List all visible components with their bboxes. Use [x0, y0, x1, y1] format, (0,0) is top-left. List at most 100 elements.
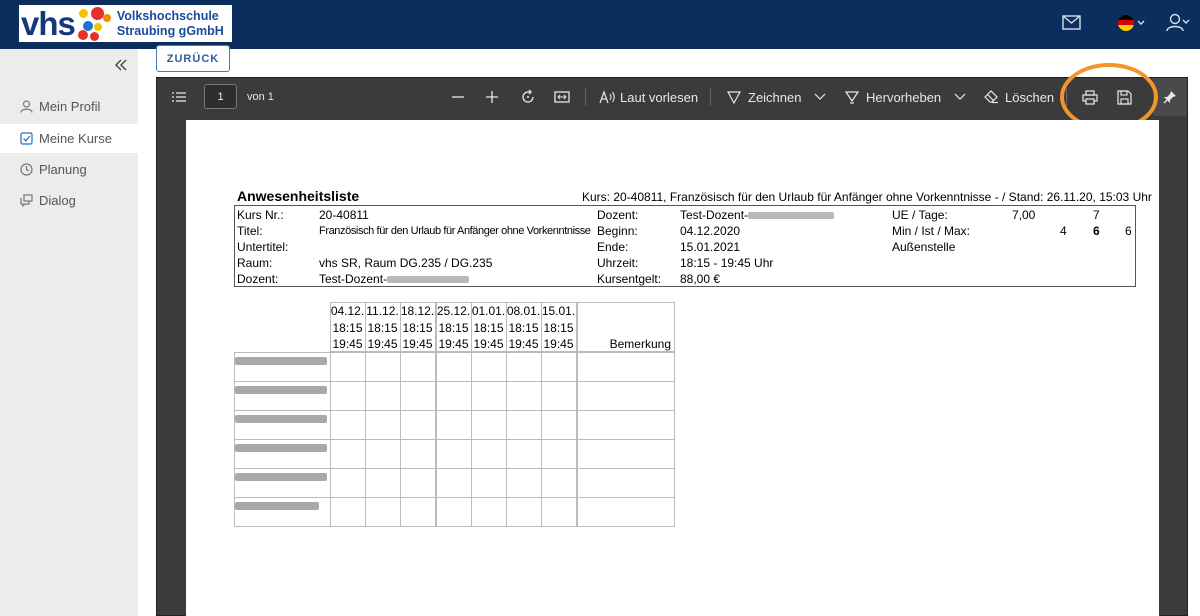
raum-label: Raum:: [237, 256, 273, 270]
page-number-input[interactable]: [204, 84, 237, 109]
date-header-date: 25.12.: [436, 304, 471, 318]
zoom-in-icon[interactable]: [485, 78, 499, 116]
attendance-cell: [436, 468, 472, 498]
dozent2-value: Test-Dozent-: [680, 208, 835, 222]
attendance-cell: [436, 410, 472, 440]
remark-cell: [577, 410, 675, 440]
erase-button[interactable]: Löschen: [1005, 78, 1054, 116]
dozent-label: Dozent:: [237, 272, 279, 286]
document-title: Anwesenheitsliste: [237, 188, 360, 204]
redacted-participant-name: [235, 386, 327, 394]
attendance-cell: [471, 497, 507, 527]
logo-mark: vhs: [21, 5, 76, 42]
date-header-text: 04.12. 18:15 19:45: [330, 303, 365, 353]
date-header-date: 01.01.: [471, 304, 506, 318]
uhrzeit-value: 18:15 - 19:45 Uhr: [680, 256, 774, 270]
clock-icon: [20, 163, 33, 176]
sidebar-item-label: Meine Kurse: [39, 131, 112, 146]
back-button[interactable]: ZURÜCK: [156, 45, 230, 72]
aussenstelle-label: Außenstelle: [892, 240, 956, 254]
eraser-icon[interactable]: [984, 78, 999, 116]
attendance-cell: [436, 439, 472, 469]
flag-de-icon[interactable]: [1117, 14, 1145, 37]
attendance-cell: [471, 468, 507, 498]
attendance-cell: [541, 468, 577, 498]
date-header-date: 18.12.: [400, 304, 435, 318]
date-header-end: 19:45: [543, 337, 574, 351]
sidebar-item-dialog[interactable]: Dialog: [0, 186, 138, 215]
highlight-button[interactable]: Hervorheben: [866, 78, 941, 116]
attendance-cell: [330, 381, 366, 411]
attendance-cell: [400, 497, 436, 527]
read-aloud-button[interactable]: Laut vorlesen: [620, 78, 698, 116]
tage-value: 7: [1093, 208, 1100, 222]
date-header-date: 04.12.: [330, 304, 365, 318]
zoom-out-icon[interactable]: [451, 78, 465, 116]
date-header-date: 08.01.: [506, 304, 541, 318]
date-header-start: 18:15: [508, 320, 539, 335]
sidebar-item-planung[interactable]: Planung: [0, 155, 138, 184]
user-settings-icon[interactable]: [1166, 13, 1190, 38]
vhs-logo[interactable]: vhs Volkshochschule Straubing gGmbH: [19, 5, 232, 42]
date-header-start: 18:15: [543, 320, 574, 335]
attendance-cell: [400, 468, 436, 498]
date-header-start: 18:15: [332, 320, 363, 335]
redacted-participant-name: [235, 415, 327, 423]
highlight-options-chevron-icon[interactable]: [954, 78, 966, 116]
course-header-line: Kurs: 20-40811, Französisch für den Urla…: [582, 190, 1152, 204]
date-header-end: 19:45: [402, 337, 433, 351]
ende-label: Ende:: [597, 240, 629, 254]
attendance-cell: [541, 410, 577, 440]
max-value: 6: [1125, 224, 1132, 238]
kurs-nr-value: 20-40811: [319, 208, 369, 222]
date-header-start: 18:15: [438, 320, 469, 335]
mail-icon[interactable]: [1062, 15, 1081, 35]
attendance-cell: [471, 410, 507, 440]
chat-icon: [20, 194, 33, 207]
sidebar-item-mein-profil[interactable]: Mein Profil: [0, 92, 138, 121]
attendance-cell: [471, 352, 507, 382]
sidebar-item-meine-kurse[interactable]: Meine Kurse: [0, 124, 138, 153]
read-aloud-icon[interactable]: [599, 78, 617, 116]
attendance-cell: [330, 497, 366, 527]
sidebar: Mein Profil Meine Kurse Planung Dialog: [0, 49, 138, 616]
check-square-icon: [20, 132, 33, 145]
pin-toolbar-button[interactable]: [1153, 78, 1187, 116]
remark-cell: [577, 468, 675, 498]
date-header-end: 19:45: [367, 337, 398, 351]
attendance-cell: [471, 439, 507, 469]
rotate-icon[interactable]: [520, 78, 536, 116]
logo-dots-icon: [76, 6, 114, 42]
fit-page-icon[interactable]: [554, 78, 570, 116]
beginn-value: 04.12.2020: [680, 224, 741, 238]
attendance-cell: [330, 352, 366, 382]
logo-line-2: Straubing gGmbH: [116, 23, 224, 38]
date-header-text: 11.12. 18:15 19:45: [365, 303, 400, 353]
min-value: 4: [1060, 224, 1067, 238]
ende-value: 15.01.2021: [680, 240, 741, 254]
attendance-cell: [330, 468, 366, 498]
dozent-value: Test-Dozent-: [319, 272, 470, 286]
redacted-participant-name: [235, 444, 327, 452]
date-header-end: 19:45: [332, 337, 363, 351]
uhrzeit-label: Uhrzeit:: [597, 256, 639, 270]
pin-icon: [1163, 91, 1176, 104]
attendance-cell: [365, 439, 401, 469]
date-header-date: 11.12.: [366, 304, 399, 318]
date-header-end: 19:45: [508, 337, 539, 351]
double-chevron-left-icon[interactable]: [114, 55, 128, 76]
remark-cell: [577, 381, 675, 411]
highlighter-icon[interactable]: [845, 78, 859, 116]
date-header-text: 18.12. 18:15 19:45: [400, 303, 435, 353]
date-header-text: 01.01. 18:15 19:45: [471, 303, 506, 353]
beginn-label: Beginn:: [597, 224, 638, 238]
date-header-start: 18:15: [402, 320, 433, 335]
attendance-cell: [365, 381, 401, 411]
draw-pen-icon[interactable]: [727, 78, 741, 116]
draw-options-chevron-icon[interactable]: [814, 78, 826, 116]
remark-cell: [577, 497, 675, 527]
draw-button[interactable]: Zeichnen: [748, 78, 801, 116]
date-header-date: 15.01.: [541, 304, 576, 318]
attendance-cell: [400, 439, 436, 469]
outline-menu-icon[interactable]: [172, 78, 186, 116]
